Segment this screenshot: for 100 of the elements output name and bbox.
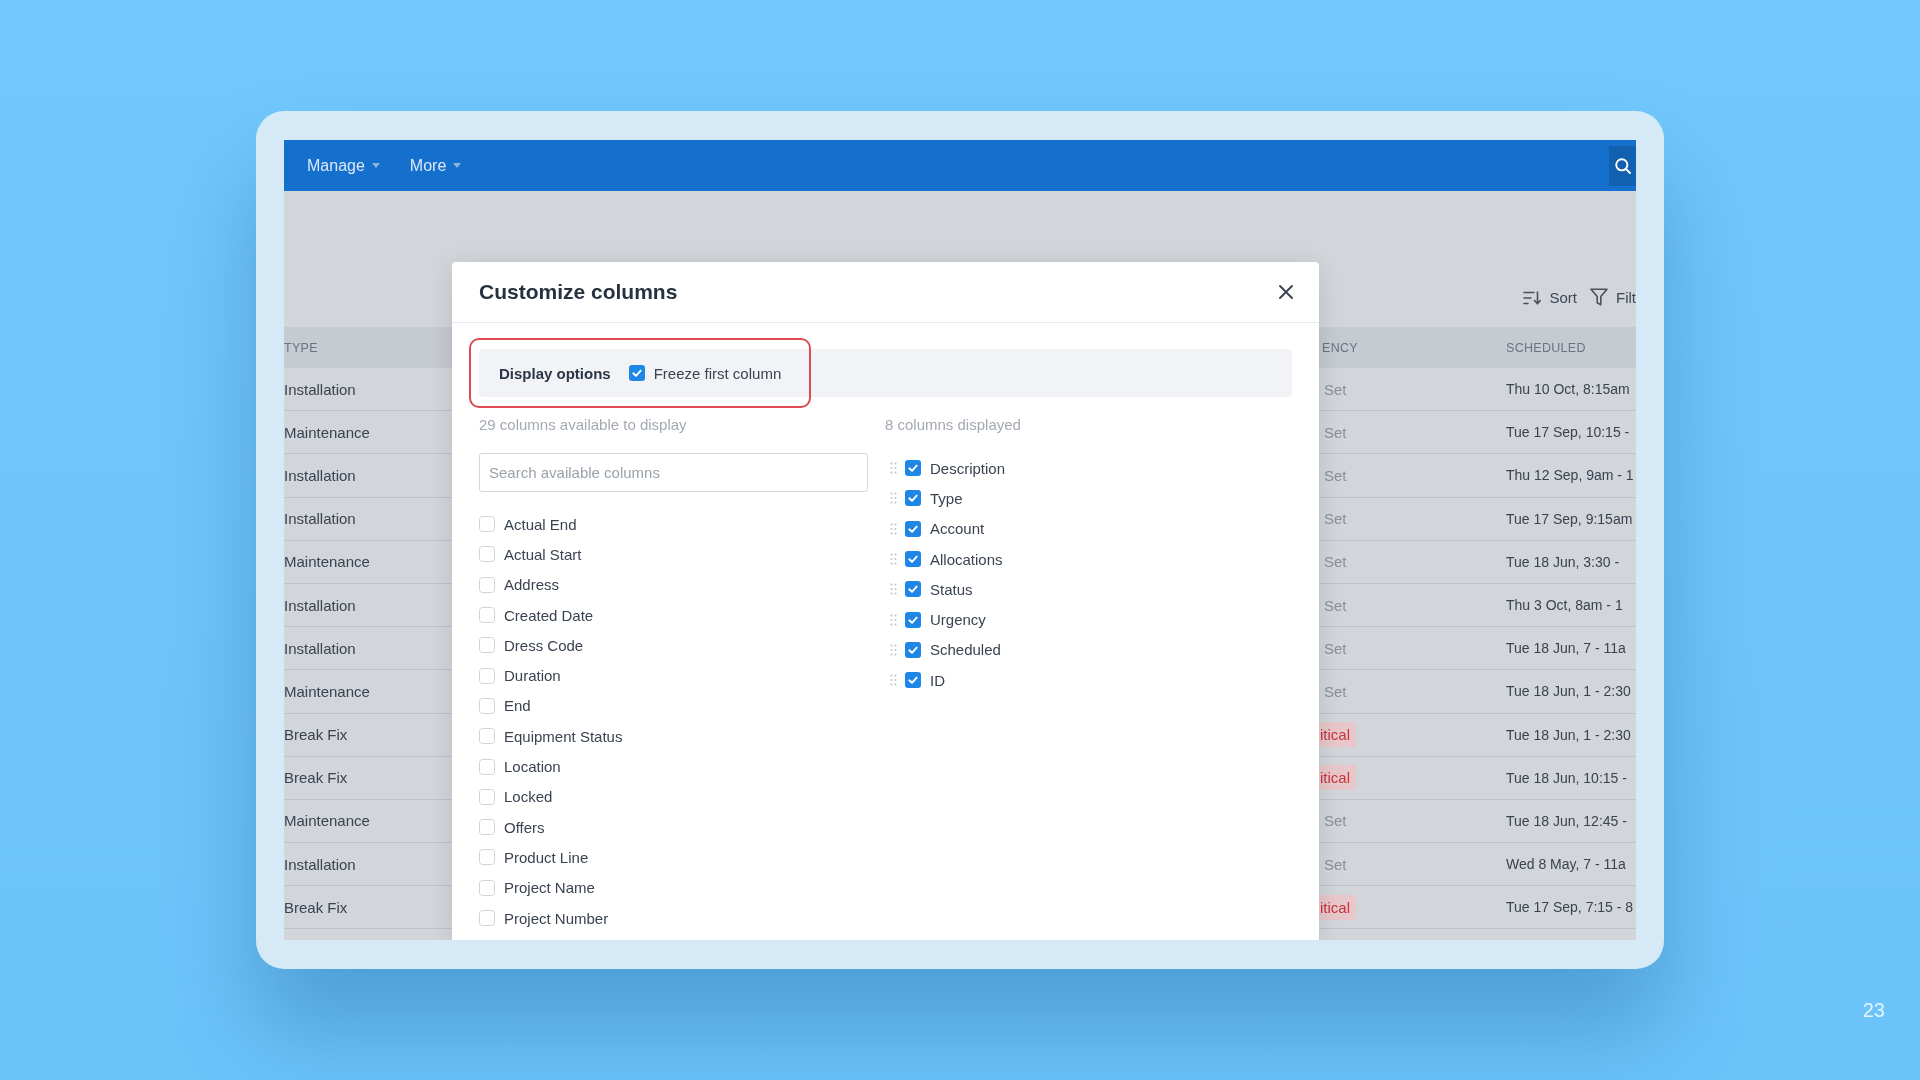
- drag-handle-icon[interactable]: [890, 492, 897, 505]
- caption-text: 8 columns displayed: [885, 415, 1022, 435]
- checkbox[interactable]: [628, 365, 645, 381]
- table-cell-text: Set: [1323, 639, 1347, 657]
- search-field[interactable]: Search available columns: [479, 453, 868, 492]
- drag-handle-icon[interactable]: [890, 613, 897, 626]
- search-button[interactable]: [1609, 145, 1636, 186]
- sort-button[interactable]: Sort: [1523, 289, 1577, 306]
- column-label[interactable]: Duration: [504, 667, 561, 685]
- checkbox[interactable]: [905, 641, 921, 658]
- table-cell-text: Installation: [284, 380, 357, 398]
- table-cell-text: Maintenance: [284, 812, 371, 830]
- checkbox[interactable]: [479, 910, 495, 926]
- table-cell-text: Installation: [284, 510, 357, 528]
- checkbox[interactable]: [905, 551, 921, 568]
- dialog-title: Customize columns: [479, 280, 678, 304]
- column-label[interactable]: Account: [930, 520, 985, 538]
- table-cell-text: Thu 10 Oct, 8:15am: [1506, 381, 1631, 398]
- close-icon: [1278, 284, 1294, 300]
- drag-handle-icon[interactable]: [890, 643, 897, 656]
- column-label[interactable]: Project Name: [504, 879, 595, 897]
- status-badge: itical: [1319, 722, 1356, 748]
- table-cell-text: Thu 3 Oct, 8am - 1: [1506, 597, 1624, 614]
- table-cell-text: Set: [1323, 855, 1347, 873]
- table-cell-text: Break Fix: [284, 726, 349, 744]
- column-label[interactable]: Dress Code: [504, 636, 584, 654]
- column-label[interactable]: Created Date: [504, 606, 594, 624]
- checkbox[interactable]: [479, 758, 495, 775]
- table-cell-text: Thu 12 Sep, 9am - 1: [1506, 467, 1635, 484]
- table-cell-text: Wed 8 May, 7 - 11a: [1506, 856, 1627, 873]
- column-label[interactable]: Equipment Status: [504, 727, 623, 745]
- drag-handle-icon[interactable]: [890, 462, 897, 475]
- checkbox[interactable]: [905, 611, 921, 628]
- column-label[interactable]: Status: [930, 580, 973, 598]
- menu-button[interactable]: More: [400, 150, 471, 181]
- table-cell-text: Set: [1323, 812, 1347, 830]
- column-header: TYPE: [284, 340, 319, 355]
- table-cell-text: Set: [1323, 553, 1347, 571]
- column-label[interactable]: Type: [930, 489, 963, 507]
- table-cell-text: Tue 17 Sep, 10:15 -: [1506, 424, 1631, 441]
- column-label[interactable]: Address: [504, 576, 560, 594]
- caret-icon: [453, 163, 462, 168]
- checkbox[interactable]: [479, 667, 495, 684]
- checkbox[interactable]: [479, 819, 495, 836]
- menu-button[interactable]: Manage: [298, 150, 389, 181]
- status-badge: itical: [1319, 765, 1356, 791]
- checkbox[interactable]: [479, 879, 495, 896]
- checkbox[interactable]: [479, 546, 495, 563]
- option-label[interactable]: Freeze first column: [653, 364, 782, 382]
- checkbox[interactable]: [479, 516, 495, 533]
- column-label[interactable]: Product Line: [504, 848, 589, 866]
- column-label[interactable]: Offers: [504, 818, 545, 836]
- table-cell-text: Set: [1323, 596, 1347, 614]
- column-label[interactable]: Allocations: [930, 550, 1003, 568]
- column-label[interactable]: Scheduled: [930, 641, 1001, 659]
- checkbox[interactable]: [905, 520, 921, 537]
- checkbox[interactable]: [479, 697, 495, 714]
- checkbox[interactable]: [905, 460, 921, 477]
- column-label[interactable]: Project Number: [504, 909, 609, 927]
- column-label[interactable]: Actual End: [504, 515, 577, 533]
- table-cell-text: Installation: [284, 855, 357, 873]
- table-cell-text: Tue 18 Jun, 3:30 -: [1506, 553, 1621, 570]
- status-badge: itical: [1319, 894, 1356, 920]
- drag-handle-icon[interactable]: [890, 553, 897, 566]
- checkbox[interactable]: [479, 849, 495, 866]
- table-cell-text: Installation: [284, 639, 357, 657]
- column-label[interactable]: ID: [930, 671, 945, 689]
- table-cell-text: Tue 17 Sep, 9:15am: [1506, 510, 1634, 527]
- column-label[interactable]: Description: [930, 459, 1006, 477]
- checkbox[interactable]: [479, 728, 495, 745]
- drag-handle-icon[interactable]: [890, 522, 897, 535]
- column-label[interactable]: End: [504, 697, 531, 715]
- caption-text: 29 columns available to display: [479, 415, 688, 435]
- close-button[interactable]: [1276, 282, 1296, 302]
- checkbox[interactable]: [479, 576, 495, 593]
- drag-handle-icon[interactable]: [890, 583, 897, 596]
- filter-icon: [1590, 288, 1608, 306]
- table-cell-text: Tue 18 Jun, 12:45 -: [1506, 812, 1628, 829]
- caret-icon: [371, 163, 380, 168]
- checkbox[interactable]: [479, 788, 495, 805]
- table-cell-text: Set: [1323, 423, 1347, 441]
- column-label[interactable]: Actual Start: [504, 545, 582, 563]
- drag-handle-icon[interactable]: [890, 674, 897, 687]
- table-cell-text: Tue 18 Jun, 7 - 11a: [1506, 640, 1627, 657]
- checkbox[interactable]: [905, 490, 921, 507]
- table-cell-text: Maintenance: [284, 423, 371, 441]
- checkbox[interactable]: [479, 607, 495, 624]
- page-number: 23: [1862, 999, 1885, 1022]
- checkbox[interactable]: [905, 672, 921, 689]
- table-cell-text: Set: [1323, 682, 1347, 700]
- table-cell-text: Break Fix: [284, 769, 349, 787]
- column-label[interactable]: Urgency: [930, 611, 986, 629]
- checkbox[interactable]: [479, 637, 495, 654]
- column-label[interactable]: Locked: [504, 788, 553, 806]
- table-cell-text: Tue 18 Jun, 1 - 2:30: [1506, 726, 1632, 743]
- checkbox[interactable]: [905, 581, 921, 598]
- column-label[interactable]: Location: [504, 758, 561, 775]
- table-cell-text: Tue 17 Sep, 7:15 - 8: [1506, 899, 1635, 916]
- search-icon: [1614, 157, 1631, 174]
- filter-button[interactable]: Filt: [1590, 288, 1636, 306]
